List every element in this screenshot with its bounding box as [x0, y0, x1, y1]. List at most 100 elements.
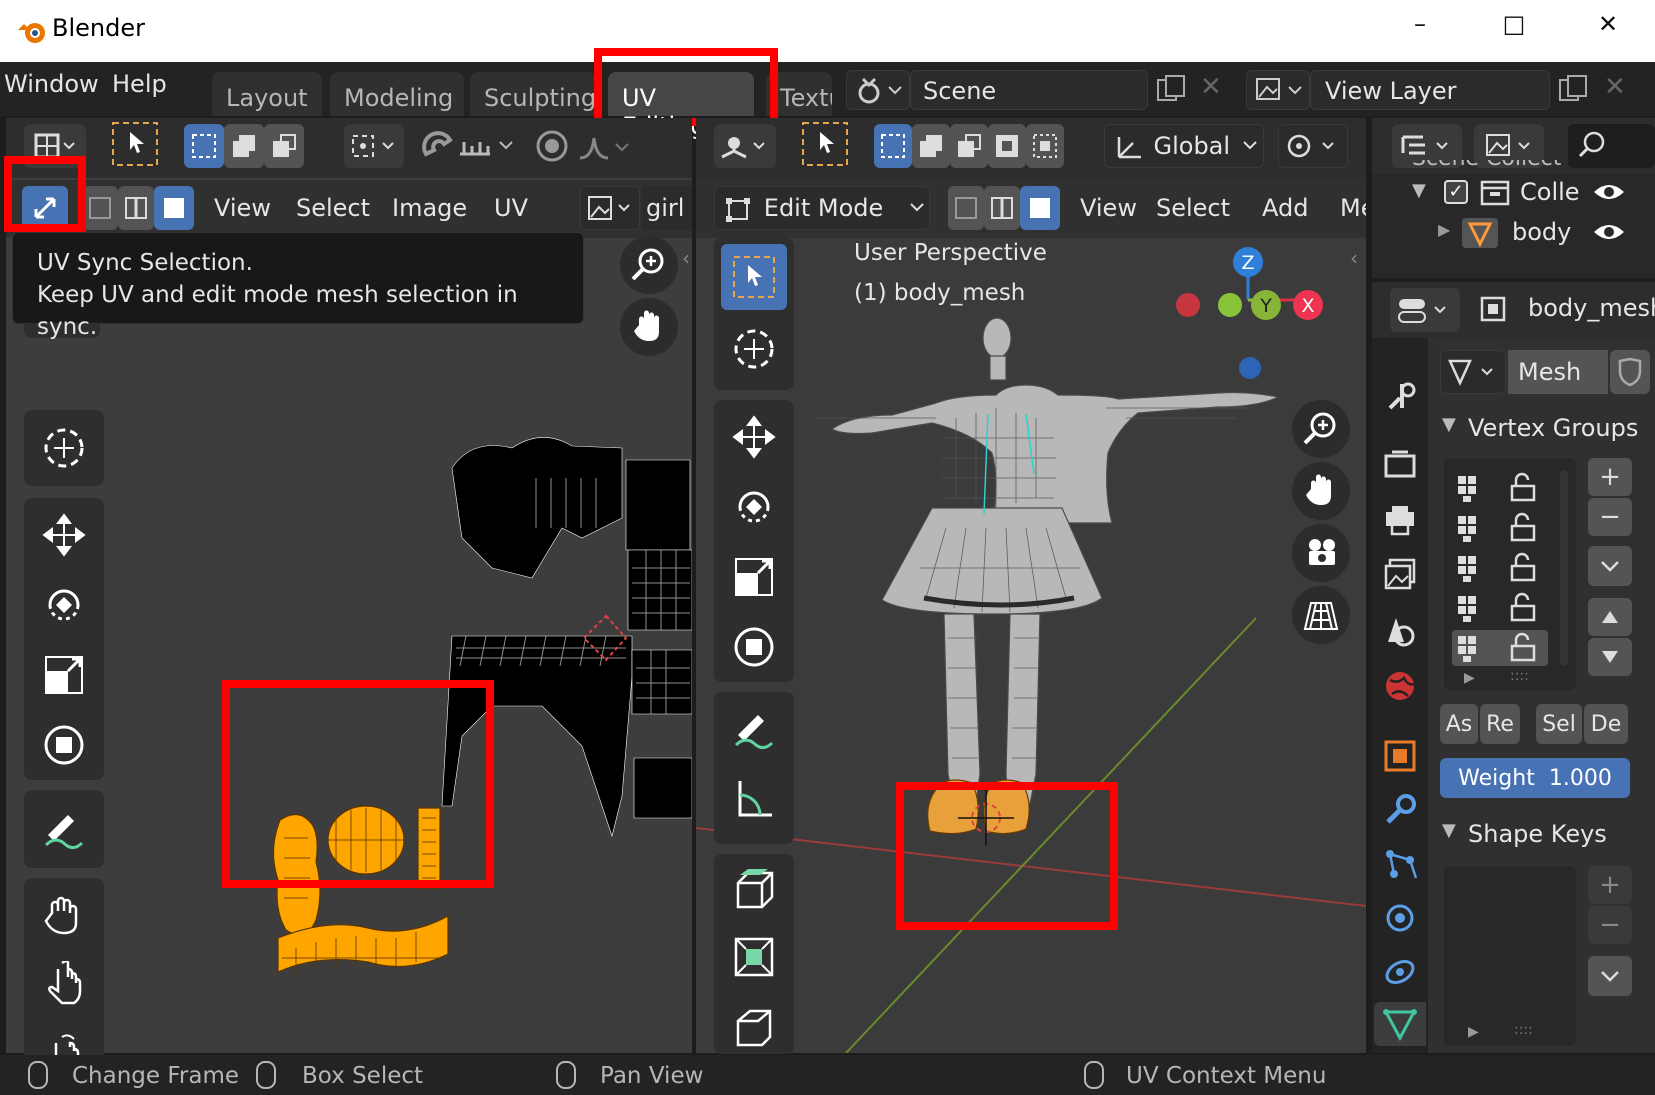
- close-button[interactable]: ✕: [1588, 10, 1628, 38]
- vp-measure-tool[interactable]: [721, 766, 787, 832]
- tab-texture-paint[interactable]: Textu: [766, 72, 832, 116]
- transform-tool[interactable]: [31, 712, 97, 778]
- shape-keys-panel-header[interactable]: ▼ Shape Keys: [1436, 814, 1655, 858]
- tab-sculpting[interactable]: Sculpting: [470, 72, 596, 116]
- uv-menu-image[interactable]: Image: [392, 194, 467, 222]
- tab-uv-editing[interactable]: UV Editing: [608, 72, 754, 140]
- vp-menu-mesh[interactable]: Me: [1340, 194, 1366, 222]
- uv-canvas[interactable]: [6, 238, 692, 1053]
- list-item[interactable]: [1452, 470, 1548, 506]
- pivot-point-button[interactable]: [344, 124, 404, 168]
- list-resize-handle-icon[interactable]: ::::: [1510, 668, 1529, 684]
- view-layer-name-field[interactable]: View Layer: [1310, 70, 1550, 110]
- vertex-groups-scrollbar[interactable]: [1560, 470, 1568, 666]
- proportional-edit-icon[interactable]: [532, 126, 572, 170]
- vp-edge-select-icon[interactable]: [984, 186, 1020, 230]
- image-name-field[interactable]: girl: [642, 186, 692, 230]
- inset-tool[interactable]: [721, 924, 787, 990]
- extrude-tool[interactable]: [721, 856, 787, 922]
- visibility-eye-icon[interactable]: [1592, 218, 1626, 246]
- vp-select-new-mode-icon[interactable]: [874, 124, 912, 168]
- vp-menu-select[interactable]: Select: [1156, 194, 1230, 222]
- assign-button[interactable]: As: [1440, 704, 1478, 744]
- properties-editor-type-button[interactable]: [1390, 288, 1460, 332]
- remove-shape-key-button[interactable]: −: [1588, 906, 1632, 944]
- vp-transform-tool[interactable]: [721, 614, 787, 680]
- relax-tool[interactable]: [31, 952, 97, 1018]
- vp-annotate-tool[interactable]: [721, 696, 787, 762]
- viewport-editor-type-button[interactable]: [714, 124, 776, 168]
- select-tool-icon[interactable]: [110, 120, 160, 172]
- list-item[interactable]: [1452, 550, 1548, 586]
- grab-tool[interactable]: [31, 882, 97, 948]
- vp-pivot-point-button[interactable]: [1278, 124, 1348, 168]
- outliner-row-body[interactable]: ▶ body: [1432, 216, 1655, 252]
- uv-pan-button[interactable]: [620, 298, 678, 356]
- collection-checkbox[interactable]: ✓: [1444, 180, 1468, 204]
- remove-vertex-group-button[interactable]: −: [1588, 498, 1632, 536]
- image-browse-button[interactable]: [580, 186, 640, 230]
- new-view-layer-icon[interactable]: [1556, 74, 1590, 110]
- list-item[interactable]: [1452, 510, 1548, 546]
- tab-mesh-data-properties[interactable]: [1374, 1002, 1426, 1046]
- vp-move-tool[interactable]: [721, 404, 787, 470]
- remove-button[interactable]: Re: [1480, 704, 1520, 744]
- rotate-tool[interactable]: [31, 572, 97, 638]
- tab-particle-properties[interactable]: [1378, 842, 1422, 886]
- tab-render-properties[interactable]: [1378, 442, 1422, 486]
- list-filter-toggle-icon[interactable]: ▶: [1468, 1024, 1479, 1040]
- outliner-row-collection[interactable]: ▼ ✓ Colle: [1412, 176, 1655, 212]
- uv-zoom-button[interactable]: [620, 236, 678, 294]
- body-expand-arrow-icon[interactable]: ▶: [1438, 220, 1450, 239]
- transform-orientation-dropdown[interactable]: Global: [1104, 124, 1264, 168]
- uv-sidebar-toggle-icon[interactable]: ‹: [682, 246, 690, 270]
- select-new-mode-icon[interactable]: [184, 124, 224, 168]
- select-button[interactable]: Sel: [1536, 704, 1582, 744]
- gizmo-neg-x-axis[interactable]: [1176, 293, 1200, 317]
- mesh-data-browse-button[interactable]: [1440, 350, 1506, 394]
- vp-select-invert-mode-icon[interactable]: [988, 124, 1026, 168]
- vp-select-subtract-mode-icon[interactable]: [950, 124, 988, 168]
- collection-expand-arrow-icon[interactable]: ▼: [1412, 180, 1426, 201]
- vp-sidebar-toggle-icon[interactable]: ‹: [1350, 246, 1358, 270]
- vertex-groups-panel-header[interactable]: ▼ Vertex Groups: [1436, 408, 1655, 452]
- deselect-button[interactable]: De: [1584, 704, 1628, 744]
- vp-box-select-tool[interactable]: [721, 244, 787, 310]
- shape-keys-list[interactable]: ▶ ::::: [1444, 866, 1576, 1046]
- vp-camera-button[interactable]: [1292, 524, 1350, 582]
- scene-selector-button[interactable]: [846, 70, 910, 110]
- tab-physics-properties[interactable]: [1378, 896, 1422, 940]
- move-vertex-group-down-button[interactable]: [1588, 638, 1632, 676]
- delete-view-layer-icon[interactable]: ✕: [1604, 72, 1626, 102]
- move-vertex-group-up-button[interactable]: [1588, 598, 1632, 636]
- tab-scene-properties[interactable]: [1378, 608, 1422, 652]
- vp-cursor-tool[interactable]: [721, 316, 787, 382]
- add-shape-key-button[interactable]: +: [1588, 866, 1632, 904]
- delete-scene-icon[interactable]: ✕: [1200, 72, 1222, 102]
- select-extend-mode-icon[interactable]: [224, 124, 264, 168]
- navigation-gizmo[interactable]: Z Y X: [1146, 228, 1326, 388]
- proportional-falloff-icon[interactable]: [576, 126, 640, 170]
- vertex-select-mode-icon[interactable]: [82, 186, 118, 230]
- vp-vertex-select-icon[interactable]: [948, 186, 984, 230]
- tab-object-properties[interactable]: [1378, 734, 1422, 778]
- annotate-tool[interactable]: [31, 796, 97, 862]
- tab-output-properties[interactable]: [1378, 498, 1422, 542]
- view-layer-selector-button[interactable]: [1246, 70, 1310, 110]
- snap-magnet-icon[interactable]: [418, 128, 458, 168]
- maximize-button[interactable]: □: [1494, 10, 1534, 38]
- menu-window[interactable]: Window: [4, 70, 99, 98]
- vp-face-select-icon[interactable]: [1020, 186, 1060, 230]
- menu-help[interactable]: Help: [112, 70, 167, 98]
- minimize-button[interactable]: –: [1400, 10, 1440, 38]
- tab-world-properties[interactable]: [1378, 664, 1422, 708]
- vertex-groups-list[interactable]: ▶ ::::: [1444, 458, 1576, 690]
- uv-menu-select[interactable]: Select: [296, 194, 370, 222]
- uv-menu-uv[interactable]: UV: [494, 194, 528, 222]
- tab-tool-properties[interactable]: [1378, 374, 1422, 418]
- vp-menu-view[interactable]: View: [1080, 194, 1137, 222]
- viewport-select-tool-icon[interactable]: [800, 120, 850, 172]
- weight-slider[interactable]: Weight 1.000: [1440, 758, 1630, 798]
- vp-zoom-button[interactable]: [1292, 400, 1350, 458]
- mesh-data-name-field[interactable]: Mesh: [1508, 350, 1608, 394]
